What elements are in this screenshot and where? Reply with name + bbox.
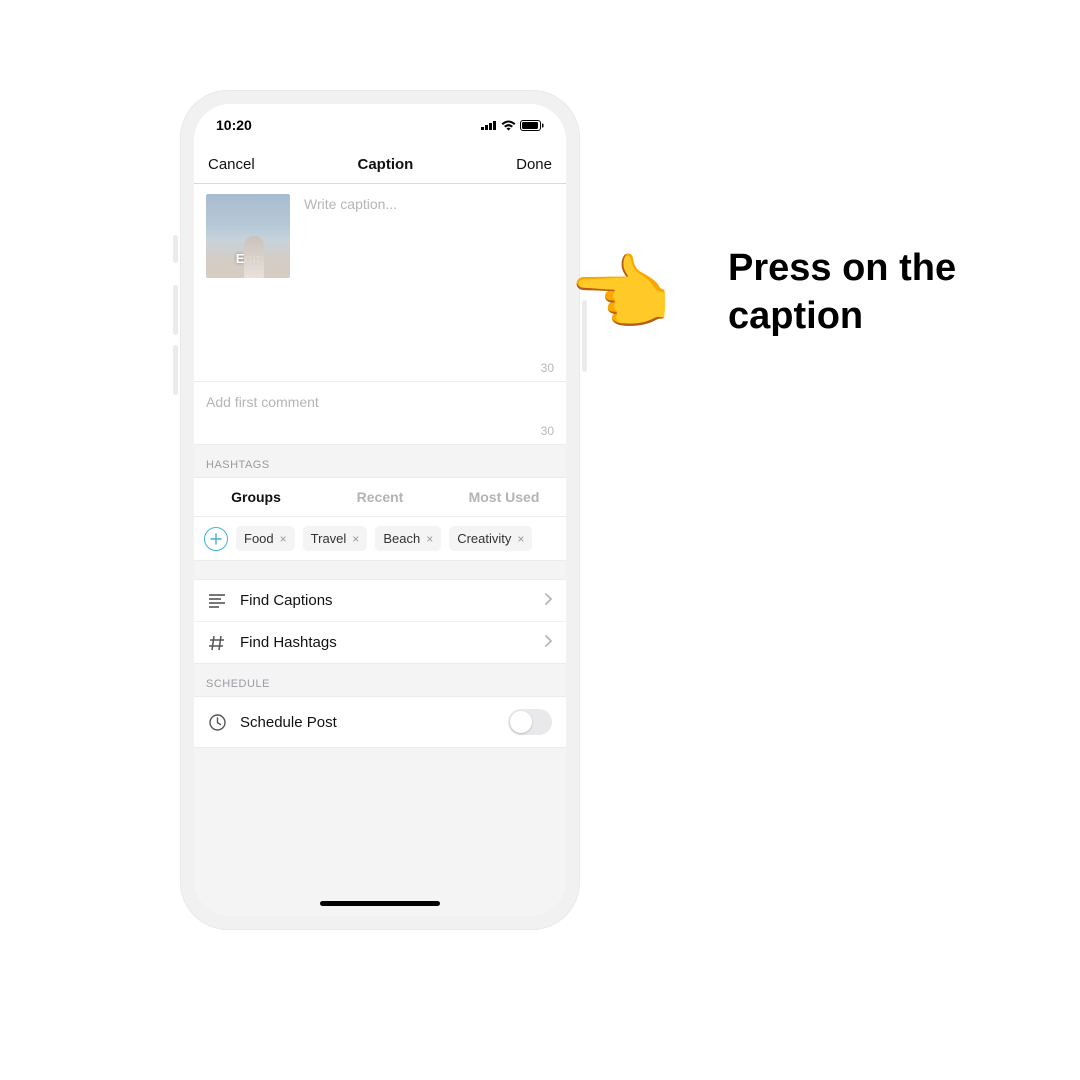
phone-screen: 10:20 Cancel Caption Done Edit Write cap… — [194, 104, 566, 916]
hashtags-section-label: HASHTAGS — [194, 445, 566, 477]
chip-label: Beach — [383, 531, 420, 546]
chip-travel[interactable]: Travel × — [303, 526, 368, 551]
tab-recent[interactable]: Recent — [318, 478, 442, 516]
chevron-right-icon — [544, 592, 552, 609]
action-label: Find Captions — [240, 592, 333, 609]
cancel-button[interactable]: Cancel — [208, 156, 255, 173]
caption-counter: 30 — [194, 359, 566, 382]
done-button[interactable]: Done — [516, 156, 552, 173]
action-label: Find Hashtags — [240, 634, 337, 651]
post-thumbnail[interactable]: Edit — [206, 194, 290, 278]
nav-bar: Cancel Caption Done — [194, 146, 566, 184]
tab-most-used[interactable]: Most Used — [442, 478, 566, 516]
status-time: 10:20 — [216, 117, 252, 133]
phone-side-button — [173, 285, 178, 335]
add-hashtag-group-button[interactable] — [204, 527, 228, 551]
chip-label: Food — [244, 531, 274, 546]
find-hashtags-row[interactable]: Find Hashtags — [194, 622, 566, 663]
close-icon[interactable]: × — [352, 532, 359, 546]
clock-icon — [208, 714, 226, 731]
close-icon[interactable]: × — [517, 532, 524, 546]
chip-beach[interactable]: Beach × — [375, 526, 441, 551]
nav-title: Caption — [358, 156, 414, 173]
schedule-label: Schedule Post — [240, 714, 337, 731]
chevron-right-icon — [544, 634, 552, 651]
phone-side-button — [173, 235, 178, 263]
phone-side-button — [173, 345, 178, 395]
cellular-icon — [481, 120, 497, 130]
comment-counter: 30 — [194, 422, 566, 445]
find-captions-row[interactable]: Find Captions — [194, 580, 566, 622]
chip-label: Creativity — [457, 531, 511, 546]
caption-area[interactable]: Edit Write caption... — [194, 184, 566, 359]
battery-icon — [520, 120, 544, 131]
chip-label: Travel — [311, 531, 347, 546]
chip-creativity[interactable]: Creativity × — [449, 526, 532, 551]
hashtag-chips-row: Food × Travel × Beach × Creativity × — [194, 517, 566, 561]
schedule-section-label: SCHEDULE — [194, 664, 566, 696]
schedule-toggle[interactable] — [508, 709, 552, 735]
instruction-text: Press on the caption — [728, 245, 1038, 340]
home-indicator — [320, 901, 440, 906]
caption-input[interactable]: Write caption... — [304, 194, 397, 353]
hashtag-tabs: Groups Recent Most Used — [194, 477, 566, 517]
align-left-icon — [208, 594, 226, 608]
status-bar: 10:20 — [194, 104, 566, 146]
pointing-hand-icon: 👉 — [570, 252, 675, 336]
chip-food[interactable]: Food × — [236, 526, 295, 551]
close-icon[interactable]: × — [426, 532, 433, 546]
first-comment-input[interactable]: Add first comment — [194, 382, 566, 422]
plus-icon — [210, 533, 222, 545]
phone-frame: 10:20 Cancel Caption Done Edit Write cap… — [180, 90, 580, 930]
status-icons — [481, 120, 544, 131]
tab-groups[interactable]: Groups — [194, 478, 318, 516]
close-icon[interactable]: × — [280, 532, 287, 546]
action-list: Find Captions Find Hashtags — [194, 579, 566, 664]
schedule-post-row[interactable]: Schedule Post — [194, 696, 566, 748]
hashtag-icon — [208, 635, 226, 651]
wifi-icon — [501, 120, 516, 131]
thumbnail-edit-label: Edit — [206, 251, 290, 266]
content-area: Edit Write caption... 30 Add first comme… — [194, 184, 566, 916]
